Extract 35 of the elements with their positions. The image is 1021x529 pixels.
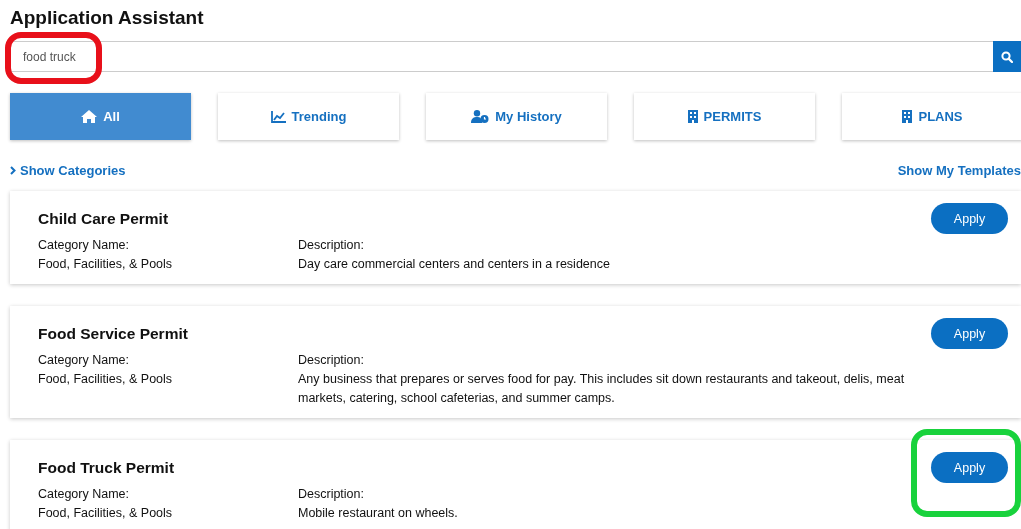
description-text: Day care commercial centers and centers in a residence [298, 256, 611, 273]
category-label: Category Name: [38, 352, 130, 369]
category-name: Food, Facilities, & Pools [38, 256, 174, 273]
line-chart-icon [270, 110, 286, 123]
filter-tab[interactable]: My History [426, 93, 607, 140]
show-categories-link[interactable]: Show Categories [10, 162, 126, 178]
category-label: Category Name: [38, 486, 130, 503]
apply-button[interactable]: Apply [931, 203, 1008, 234]
permit-name: Food Truck Permit [38, 458, 175, 477]
filter-tab[interactable]: All [10, 93, 191, 140]
permit-name: Child Care Permit [38, 209, 169, 228]
building-icon [902, 110, 913, 123]
apply-button[interactable]: Apply [931, 318, 1008, 349]
category-name: Food, Facilities, & Pools [38, 371, 174, 388]
filter-tab[interactable]: PLANS [842, 93, 1021, 140]
search-button[interactable] [993, 41, 1021, 72]
category-label: Category Name: [38, 237, 130, 254]
user-clock-icon [471, 110, 490, 123]
description-label: Description: [298, 486, 365, 503]
description-label: Description: [298, 352, 365, 369]
home-icon [81, 110, 98, 123]
chevron-right-icon [10, 165, 16, 175]
search-icon [1001, 50, 1013, 63]
filter-tab[interactable]: PERMITS [634, 93, 815, 140]
permit-name: Food Service Permit [38, 324, 188, 343]
search-field[interactable]: food truck [10, 41, 993, 72]
apply-button[interactable]: Apply [931, 452, 1008, 483]
description-text: Mobile restaurant on wheels. [298, 505, 459, 522]
show-templates-link[interactable]: Show My Templates [897, 162, 1021, 178]
description-label: Description: [298, 237, 365, 254]
page-title: Application Assistant [10, 6, 205, 30]
description-text: Any business that prepares or serves food for pay. This includes sit down restaurants and takeout, delis, meat markets, catering, school cafeterias, and summer camps. [298, 371, 906, 407]
category-name: Food, Facilities, & Pools [38, 505, 174, 522]
building-icon [687, 110, 698, 123]
filter-tab[interactable]: Trending [218, 93, 399, 140]
